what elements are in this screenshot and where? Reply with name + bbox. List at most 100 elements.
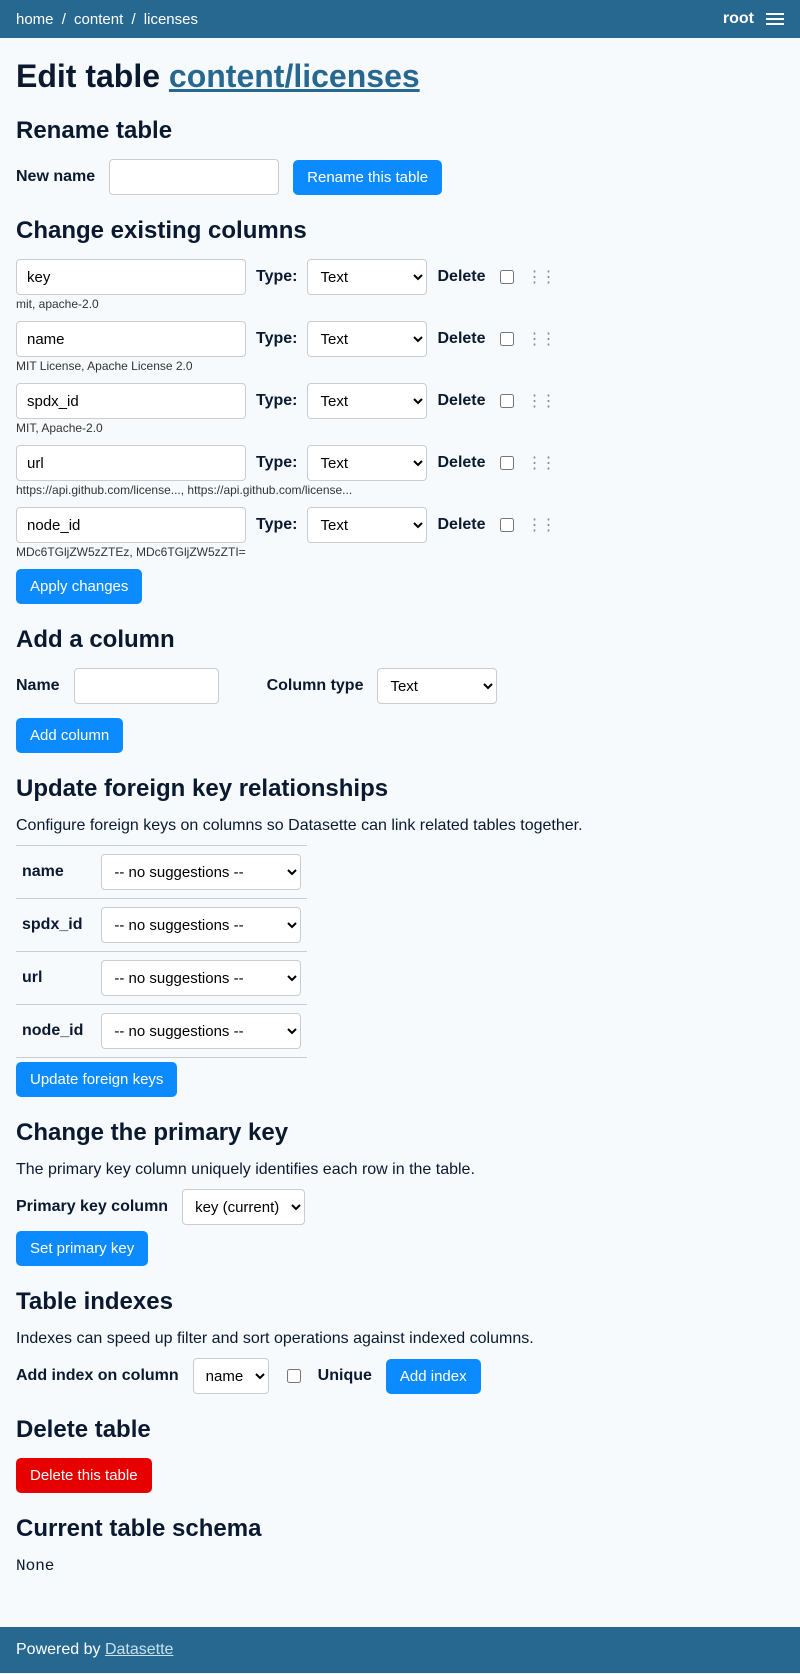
fk-row: name-- no suggestions -- xyxy=(16,846,307,899)
drag-handle-icon[interactable]: ⋮⋮ xyxy=(527,267,555,287)
indexes-description: Indexes can speed up filter and sort ope… xyxy=(16,1330,784,1348)
unique-label: Unique xyxy=(318,1367,372,1385)
fk-row: node_id-- no suggestions -- xyxy=(16,1005,307,1058)
column-name-input[interactable] xyxy=(16,259,246,295)
columns-heading: Change existing columns xyxy=(16,217,784,245)
index-column-select[interactable]: name xyxy=(193,1358,269,1394)
delete-table-button[interactable]: Delete this table xyxy=(16,1458,152,1493)
type-label: Type: xyxy=(256,268,297,286)
fk-table: name-- no suggestions --spdx_id-- no sug… xyxy=(16,845,307,1058)
type-label: Type: xyxy=(256,454,297,472)
drag-handle-icon[interactable]: ⋮⋮ xyxy=(527,391,555,411)
pk-label: Primary key column xyxy=(16,1198,168,1216)
delete-label: Delete xyxy=(437,392,485,410)
pk-select[interactable]: key (current) xyxy=(182,1189,305,1225)
indexes-heading: Table indexes xyxy=(16,1288,784,1316)
delete-heading: Delete table xyxy=(16,1416,784,1444)
delete-checkbox[interactable] xyxy=(500,456,514,470)
page-header: home / content / licenses root xyxy=(0,0,800,38)
fk-col-name: name xyxy=(16,846,95,899)
table-link[interactable]: content/licenses xyxy=(169,58,420,94)
column-sample: MIT, Apache-2.0 xyxy=(16,421,784,435)
fk-col-name: spdx_id xyxy=(16,899,95,952)
fk-select[interactable]: -- no suggestions -- xyxy=(101,960,301,996)
footer: Powered by Datasette xyxy=(0,1627,800,1673)
drag-handle-icon[interactable]: ⋮⋮ xyxy=(527,329,555,349)
new-name-input[interactable] xyxy=(109,159,279,195)
delete-checkbox[interactable] xyxy=(500,332,514,346)
footer-prefix: Powered by xyxy=(16,1641,105,1658)
footer-link[interactable]: Datasette xyxy=(105,1641,173,1658)
column-type-select[interactable]: Text xyxy=(307,507,427,543)
delete-label: Delete xyxy=(437,268,485,286)
breadcrumb-home[interactable]: home xyxy=(16,11,54,28)
column-row: Type: Text Delete ⋮⋮ xyxy=(16,383,784,419)
breadcrumb: home / content / licenses xyxy=(16,11,198,28)
delete-checkbox[interactable] xyxy=(500,270,514,284)
add-column-name-input[interactable] xyxy=(74,668,219,704)
breadcrumb-sep: / xyxy=(131,11,135,28)
add-column-heading: Add a column xyxy=(16,626,784,654)
column-sample: https://api.github.com/license..., https… xyxy=(16,483,784,497)
schema-value: None xyxy=(16,1557,784,1575)
update-fk-button[interactable]: Update foreign keys xyxy=(16,1062,177,1097)
pk-description: The primary key column uniquely identifi… xyxy=(16,1161,784,1179)
type-label: Type: xyxy=(256,516,297,534)
fk-description: Configure foreign keys on columns so Dat… xyxy=(16,817,784,835)
schema-heading: Current table schema xyxy=(16,1515,784,1543)
type-label: Type: xyxy=(256,330,297,348)
page-title-prefix: Edit table xyxy=(16,58,169,94)
delete-checkbox[interactable] xyxy=(500,518,514,532)
column-row: Type: Text Delete ⋮⋮ xyxy=(16,259,784,295)
add-index-button[interactable]: Add index xyxy=(386,1359,481,1394)
delete-checkbox[interactable] xyxy=(500,394,514,408)
add-column-name-label: Name xyxy=(16,677,60,695)
fk-row: spdx_id-- no suggestions -- xyxy=(16,899,307,952)
rename-button[interactable]: Rename this table xyxy=(293,160,442,195)
fk-col-name: node_id xyxy=(16,1005,95,1058)
pk-heading: Change the primary key xyxy=(16,1119,784,1147)
column-row: Type: Text Delete ⋮⋮ xyxy=(16,507,784,543)
fk-select[interactable]: -- no suggestions -- xyxy=(101,907,301,943)
column-row: Type: Text Delete ⋮⋮ xyxy=(16,321,784,357)
column-name-input[interactable] xyxy=(16,507,246,543)
column-type-select[interactable]: Text xyxy=(307,383,427,419)
column-type-select[interactable]: Text xyxy=(307,445,427,481)
fk-col-name: url xyxy=(16,952,95,1005)
column-name-input[interactable] xyxy=(16,321,246,357)
current-user: root xyxy=(723,10,754,28)
delete-label: Delete xyxy=(437,454,485,472)
new-name-label: New name xyxy=(16,168,95,186)
column-sample: MDc6TGljZW5zZTEz, MDc6TGljZW5zZTI= xyxy=(16,545,784,559)
fk-heading: Update foreign key relationships xyxy=(16,775,784,803)
delete-label: Delete xyxy=(437,330,485,348)
add-column-type-label: Column type xyxy=(267,677,364,695)
column-name-input[interactable] xyxy=(16,383,246,419)
main-content: Edit table content/licenses Rename table… xyxy=(0,38,800,1607)
column-type-select[interactable]: Text xyxy=(307,259,427,295)
set-pk-button[interactable]: Set primary key xyxy=(16,1231,148,1266)
rename-heading: Rename table xyxy=(16,117,784,145)
breadcrumb-sep: / xyxy=(62,11,66,28)
breadcrumb-content[interactable]: content xyxy=(74,11,123,28)
column-row: Type: Text Delete ⋮⋮ xyxy=(16,445,784,481)
add-column-button[interactable]: Add column xyxy=(16,718,123,753)
header-right: root xyxy=(723,10,784,28)
fk-select[interactable]: -- no suggestions -- xyxy=(101,1013,301,1049)
column-type-select[interactable]: Text xyxy=(307,321,427,357)
drag-handle-icon[interactable]: ⋮⋮ xyxy=(527,453,555,473)
breadcrumb-licenses[interactable]: licenses xyxy=(144,11,198,28)
column-sample: mit, apache-2.0 xyxy=(16,297,784,311)
drag-handle-icon[interactable]: ⋮⋮ xyxy=(527,515,555,535)
column-name-input[interactable] xyxy=(16,445,246,481)
fk-select[interactable]: -- no suggestions -- xyxy=(101,854,301,890)
fk-row: url-- no suggestions -- xyxy=(16,952,307,1005)
type-label: Type: xyxy=(256,392,297,410)
index-label: Add index on column xyxy=(16,1367,179,1385)
delete-label: Delete xyxy=(437,516,485,534)
page-title: Edit table content/licenses xyxy=(16,58,784,95)
unique-checkbox[interactable] xyxy=(287,1369,301,1383)
add-column-type-select[interactable]: Text xyxy=(377,668,497,704)
menu-icon[interactable] xyxy=(766,13,784,25)
apply-changes-button[interactable]: Apply changes xyxy=(16,569,142,604)
